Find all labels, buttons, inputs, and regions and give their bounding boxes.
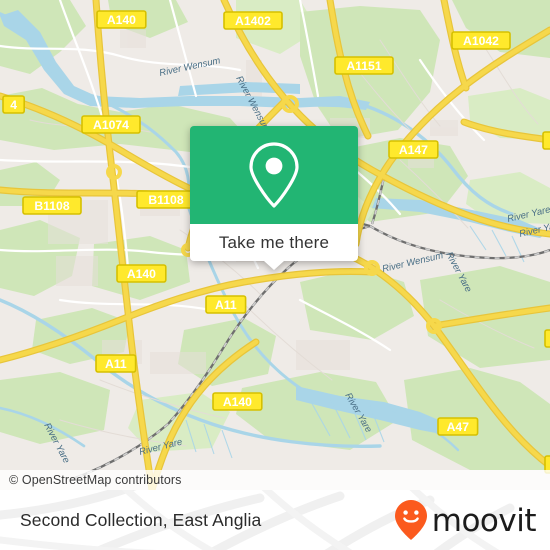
take-me-there-button[interactable]: Take me there [190, 224, 358, 261]
road-shield-label: A11 [215, 298, 237, 312]
moovit-wordmark: moovit [431, 502, 537, 539]
road-shield-label: A1402 [235, 14, 271, 28]
attribution-text: © OpenStreetMap contributors [9, 473, 182, 487]
place-title-text: Second Collection, East Anglia [20, 509, 262, 530]
road-shield: A1074 [81, 115, 141, 134]
road-shield: A140 [96, 10, 147, 29]
road-shield-label: B1108 [34, 199, 69, 213]
map-pin-icon [249, 142, 299, 208]
road-shield-label: A11 [105, 357, 127, 371]
road-shield: 4 [2, 95, 26, 114]
moovit-smiley-pin-icon [394, 500, 427, 540]
callout-pointer [264, 261, 284, 270]
road-shield-label: A140 [223, 395, 252, 409]
road-shield: A47 [437, 417, 479, 436]
road-shield-label: A47 [447, 420, 470, 434]
road-shield-label: B1108 [148, 193, 183, 207]
road-shield-label: A140 [127, 267, 156, 281]
moovit-map-page: .lnd{fill:#efebe7} .grn{fill:#cfe6b8} .g… [0, 0, 550, 550]
road-shield: A1402 [223, 11, 283, 30]
map-attribution: © OpenStreetMap contributors [0, 470, 550, 490]
road-shield: A4 [544, 329, 550, 348]
road-shield: A140 [116, 264, 167, 283]
road-shield-label: A1074 [93, 118, 129, 132]
road-shield: A1 [542, 131, 550, 150]
location-callout-card[interactable]: Take me there [190, 126, 358, 270]
road-shield: A1042 [451, 31, 511, 50]
road-shield-label: A147 [399, 143, 428, 157]
callout-header [190, 126, 358, 224]
road-shield: A11 [205, 295, 247, 314]
road-shield: A140 [212, 392, 263, 411]
moovit-logo[interactable]: moovit [394, 490, 537, 550]
footer-bar: Second Collection, East Anglia moovit [0, 490, 550, 550]
road-shield-label: A1151 [346, 59, 381, 73]
road-shield-label: 4 [10, 98, 17, 112]
road-shield-label: A1042 [463, 34, 499, 48]
road-shield: A11 [95, 354, 137, 373]
road-shield: B1108 [136, 190, 196, 209]
road-shield: A147 [388, 140, 439, 159]
take-me-there-label: Take me there [218, 232, 330, 252]
road-shield: A1151 [334, 56, 394, 75]
road-shield: B1108 [22, 196, 82, 215]
road-shield-label: A140 [107, 13, 136, 27]
place-title: Second Collection, East Anglia [20, 490, 261, 550]
map-viewport[interactable]: .lnd{fill:#efebe7} .grn{fill:#cfe6b8} .g… [0, 0, 550, 490]
